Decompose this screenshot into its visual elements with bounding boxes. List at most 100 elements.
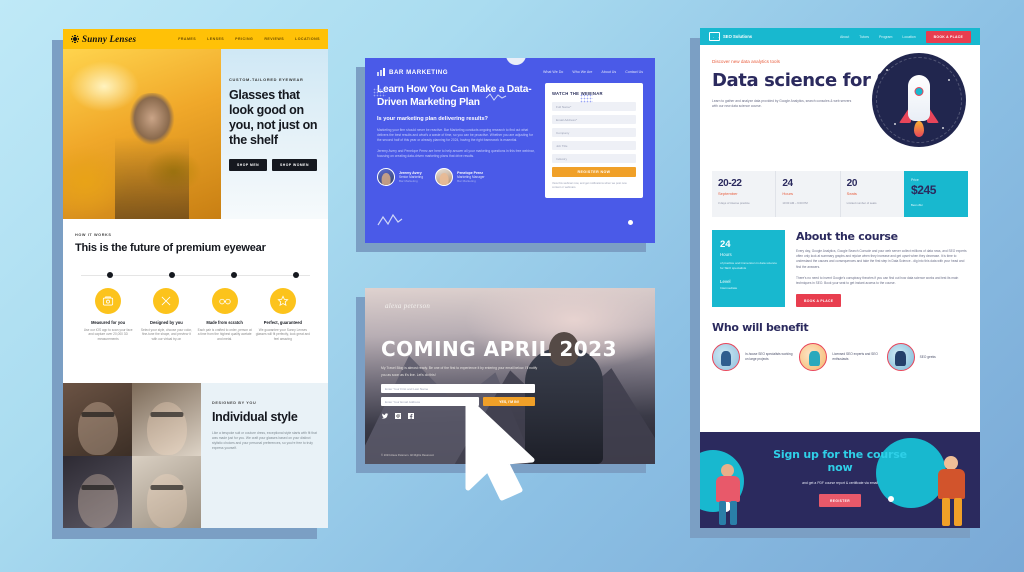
benefit-text: In-house SEO specialists working on larg… [745, 352, 793, 362]
sidebar-item-reviews[interactable]: REVIEWS [264, 37, 284, 41]
nav-who-we-are[interactable]: Who We Are [572, 70, 592, 74]
card-level-label: Level [720, 279, 731, 285]
bar-logo[interactable]: BAR MARKETING [377, 68, 448, 76]
signup-banner: Sign up for the course now and get a PDF… [700, 432, 980, 528]
how-it-works-eyebrow: HOW IT WORKS [75, 233, 112, 237]
signup-copy: Sign up for the course now and get a PDF… [765, 448, 915, 508]
facebook-icon[interactable] [407, 412, 415, 420]
feature-measured: Measured for you Use our iOS app to scan… [81, 287, 135, 342]
email-field[interactable]: Email Address* [552, 115, 636, 124]
hero-model-figure [115, 93, 189, 219]
glasses-icon [211, 287, 238, 314]
style-eyebrow: DESIGNED BY YOU [212, 401, 257, 405]
nav-tutors[interactable]: Tutors [859, 35, 869, 39]
collage-photo [63, 383, 132, 456]
book-a-place-button[interactable]: BOOK A PLACE [796, 294, 842, 308]
mouse-pointer-icon [465, 398, 535, 501]
sunny-logo[interactable]: Sunny Lenses [71, 34, 136, 44]
stat-desc: Limited number of seats [846, 201, 877, 205]
card-hours-number: 24 [720, 239, 731, 250]
feature-title: Measured for you [91, 319, 126, 325]
seo-solutions-webpage-card[interactable]: SEO Solutions About Tutors Program Locat… [700, 28, 980, 528]
feature-made: Made from scratch Each pair is crafted t… [197, 287, 252, 342]
timeline-dot [231, 271, 237, 278]
timeline-line [81, 274, 310, 276]
benefit-items: In-house SEO specialists working on larg… [712, 343, 968, 372]
instagram-icon[interactable] [394, 412, 402, 420]
benefit-text: Licensed SEO experts and SEO enthusiasts [832, 352, 878, 362]
register-now-button[interactable]: REGISTER NOW [552, 167, 636, 177]
photo-collage [63, 383, 201, 528]
feature-desc: Each pair is crafted to order, person at… [197, 327, 252, 341]
book-a-place-nav-button[interactable]: BOOK A PLACE [925, 30, 971, 43]
geek-icon [886, 343, 915, 372]
sunny-how-it-works-section: HOW IT WORKS This is the future of premi… [63, 219, 328, 341]
dot-pattern-icon [373, 88, 386, 97]
how-it-works-features: Measured for you Use our iOS app to scan… [75, 287, 316, 342]
about-course-title: About the course [796, 230, 898, 243]
measure-icon [95, 287, 122, 314]
twitter-icon[interactable] [381, 412, 389, 420]
seo-logo[interactable]: SEO Solutions [709, 32, 752, 41]
feature-title: Made from scratch [206, 319, 243, 325]
wave-line-icon [485, 93, 507, 101]
feature-desc: Select your style, choose your color, fi… [140, 327, 192, 341]
who-will-benefit-section: Who will benefit In-house SEO specialist… [712, 321, 968, 372]
how-it-works-title: This is the future of premium eyewear [75, 242, 266, 254]
bar-copy-column: Learn How You Can Make a Data-Driven Mar… [377, 83, 535, 198]
nav-about-us[interactable]: About Us [601, 70, 616, 74]
register-button[interactable]: REGISTER [818, 494, 862, 508]
form-note: View this webinar now, and get notificat… [552, 182, 627, 189]
stat-desc: 3 days of intense practice [718, 201, 750, 205]
card-hours-label: Hours [720, 252, 732, 257]
person-illustration-right [932, 456, 972, 526]
how-it-works-timeline [81, 271, 310, 279]
form-title: WATCH THE WEBINAR [552, 91, 603, 96]
alexa-logo[interactable]: alexa peterson [385, 302, 430, 310]
bar-paragraph-2: Jeremy Avery and Penelope Perez are here… [377, 149, 535, 158]
seo-hero-section: Discover new data analytics tools Data s… [700, 45, 980, 165]
nav-contact-us[interactable]: Contact Us [625, 70, 643, 74]
shop-men-button[interactable]: SHOP MEN [229, 159, 268, 171]
hero-button-group: SHOP MEN SHOP WOMEN [229, 159, 318, 171]
nav-location[interactable]: Location [902, 35, 915, 39]
signup-subtitle: and get a PDF course report & certificat… [802, 481, 878, 485]
about-paragraph-2: There's no need to invent Google's consp… [796, 275, 959, 286]
price-label: Price [910, 178, 919, 182]
sidebar-item-lenses[interactable]: LENSES [207, 37, 224, 41]
price-card: Price $245 Best offer [903, 171, 968, 217]
price-desc: Best offer [910, 203, 923, 207]
collage-photo [132, 383, 201, 456]
sidebar-item-frames[interactable]: FRAMES [178, 37, 196, 41]
company-field[interactable]: Company [552, 128, 636, 137]
stat-hours: 24 Hours 10:00 AM – 6:00 PM [776, 171, 841, 217]
nav-program[interactable]: Program [879, 35, 892, 39]
collage-photo [63, 455, 132, 528]
style-title: Individual style [212, 410, 298, 424]
price-value: $245 [910, 183, 937, 197]
seo-navbar: SEO Solutions About Tutors Program Locat… [700, 28, 980, 45]
about-course-section: 24 Hours of practice and immersion in da… [712, 230, 968, 308]
sidebar-item-pricing[interactable]: PRICING [235, 37, 253, 41]
sidebar-item-locations[interactable]: LOCATIONS [295, 37, 320, 41]
bar-chart-icon [377, 68, 385, 76]
nav-about[interactable]: About [840, 35, 849, 39]
job-title-field[interactable]: Job Title [552, 141, 636, 150]
specialist-icon [712, 343, 740, 372]
wave-line-icon [377, 213, 403, 226]
sun-icon [71, 35, 79, 43]
speaker-company: Bar Marketing [399, 179, 418, 183]
full-name-field[interactable]: Full Name* [552, 102, 636, 111]
sunny-lenses-webpage-card[interactable]: Sunny Lenses FRAMES LENSES PRICING REVIE… [63, 29, 328, 528]
timeline-dot [107, 271, 113, 278]
nav-what-we-do[interactable]: What We Do [543, 70, 563, 74]
benefit-text: SEO geeks [919, 354, 936, 359]
webinar-signup-form[interactable]: WATCH THE WEBINAR Full Name* Email Addre… [545, 83, 643, 198]
feature-title: Designed by you [149, 319, 183, 325]
name-field[interactable]: Enter Your First and Last Name [381, 384, 535, 393]
industry-field[interactable]: Industry [552, 154, 636, 163]
shop-women-button[interactable]: SHOP WOMEN [272, 159, 317, 171]
speaker-card: Jeremy Avery Senior Marketing Bar Market… [377, 168, 423, 186]
bar-marketing-webpage-card[interactable]: BAR MARKETING What We Do Who We Are Abou… [365, 58, 655, 243]
individual-style-copy: DESIGNED BY YOU Individual style Like a … [201, 383, 328, 528]
